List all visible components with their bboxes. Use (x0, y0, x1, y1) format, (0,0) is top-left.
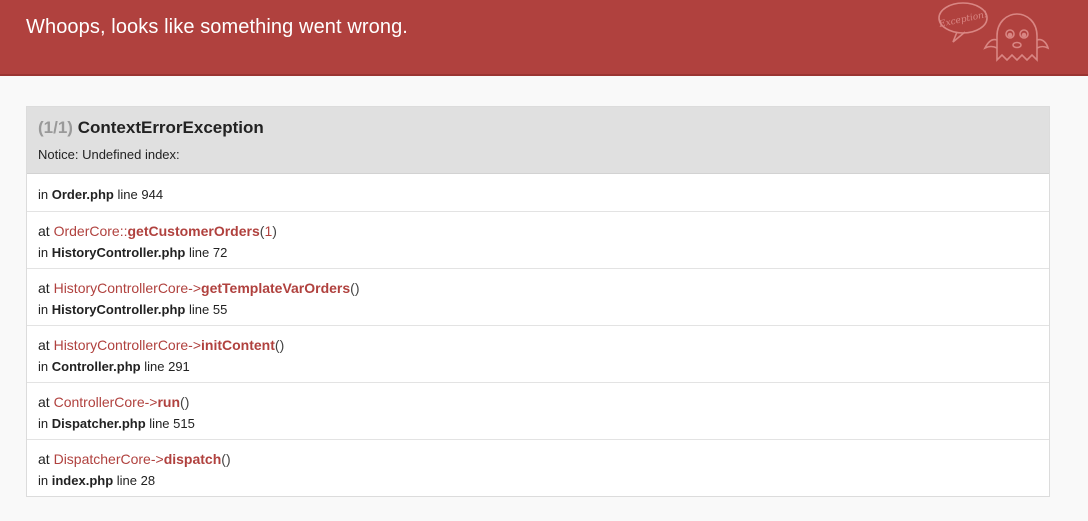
frame-operator: -> (188, 337, 202, 353)
frame-class: HistoryControllerCore (53, 337, 189, 353)
frame-call: at ControllerCore->run() (38, 394, 189, 410)
frame-line-label: line (149, 416, 170, 431)
frame-file: HistoryController.php (51, 302, 186, 317)
frame-line: 55 (212, 302, 228, 317)
frame-paren-close: ) (225, 451, 231, 467)
frame-file: Controller.php (51, 359, 141, 374)
exception-origin: in Order.php line 944 (27, 174, 1049, 211)
frame-line-label: line (116, 473, 138, 488)
frame-in-label: in (38, 473, 49, 488)
frame-line-label: line (144, 359, 165, 374)
frame-operator: -> (144, 394, 158, 410)
frame-operator: -> (150, 451, 164, 467)
frame-call: at OrderCore::getCustomerOrders(1) (38, 223, 277, 239)
frame-line: 291 (168, 359, 190, 374)
frame-class: ControllerCore (53, 394, 145, 410)
ghost-exception-icon: Exception! (937, 2, 1050, 62)
frame-line-label: line (189, 302, 210, 317)
frame-location: in HistoryController.php line 72 (38, 245, 227, 260)
error-header: Whoops, looks like something went wrong.… (0, 0, 1088, 76)
frame-class: HistoryControllerCore (53, 280, 189, 296)
frame-in-label: in (38, 302, 49, 317)
frame-line-label: line (189, 245, 210, 260)
frame-at-label: at (38, 394, 50, 410)
frame-function: getCustomerOrders (127, 223, 260, 239)
frame-line: 72 (212, 245, 228, 260)
frame-file: HistoryController.php (51, 245, 186, 260)
exception-panel: (1/1) ContextErrorException Notice: Unde… (26, 106, 1050, 497)
stack-frame: at DispatcherCore->dispatch() in index.p… (27, 439, 1049, 496)
frame-at-label: at (38, 451, 50, 467)
origin-line-label: line (117, 187, 138, 202)
frame-class: DispatcherCore (53, 451, 151, 467)
stack-frame: at HistoryControllerCore->initContent() … (27, 325, 1049, 382)
exception-header: (1/1) ContextErrorException Notice: Unde… (27, 107, 1049, 174)
frame-function: dispatch (163, 451, 222, 467)
frame-location: in index.php line 28 (38, 473, 155, 488)
frame-at-label: at (38, 280, 50, 296)
frame-operator: -> (188, 280, 202, 296)
frame-operator: :: (119, 223, 128, 239)
frame-at-label: at (38, 223, 50, 239)
frame-function: run (157, 394, 181, 410)
exception-message: Notice: Undefined index: (38, 147, 180, 162)
frame-location: in HistoryController.php line 55 (38, 302, 227, 317)
frame-line: 515 (173, 416, 195, 431)
frame-paren-close: ) (279, 337, 285, 353)
stack-frame: at HistoryControllerCore->getTemplateVar… (27, 268, 1049, 325)
error-title: Whoops, looks like something went wrong. (26, 16, 408, 38)
origin-file: Order.php (51, 187, 114, 202)
frame-location: in Controller.php line 291 (38, 359, 190, 374)
origin-in-label: in (38, 187, 49, 202)
origin-location: in Order.php line 944 (38, 187, 163, 202)
exception-class: ContextErrorException (77, 118, 264, 137)
stack-frame: at OrderCore::getCustomerOrders(1) in Hi… (27, 211, 1049, 268)
speech-bubble: Exception! (937, 2, 989, 43)
frame-paren-close: ) (354, 280, 360, 296)
frame-function: getTemplateVarOrders (201, 280, 351, 296)
frame-paren-close: ) (272, 223, 277, 239)
frame-in-label: in (38, 416, 49, 431)
frame-at-label: at (38, 337, 50, 353)
frame-in-label: in (38, 245, 49, 260)
stack-frame: at ControllerCore->run() in Dispatcher.p… (27, 382, 1049, 439)
frame-call: at HistoryControllerCore->initContent() (38, 337, 284, 353)
frame-class: OrderCore (53, 223, 120, 239)
frame-location: in Dispatcher.php line 515 (38, 416, 195, 431)
frame-in-label: in (38, 359, 49, 374)
origin-line: 944 (141, 187, 164, 202)
ghost-body (983, 13, 1050, 62)
frame-line: 28 (140, 473, 156, 488)
frame-call: at HistoryControllerCore->getTemplateVar… (38, 280, 360, 296)
frame-file: index.php (51, 473, 114, 488)
frame-call: at DispatcherCore->dispatch() (38, 451, 231, 467)
exception-count: (1/1) (38, 118, 73, 137)
frame-file: Dispatcher.php (51, 416, 146, 431)
frame-function: initContent (201, 337, 275, 353)
frame-paren-close: ) (184, 394, 190, 410)
exception-title: (1/1) ContextErrorException (38, 118, 264, 138)
